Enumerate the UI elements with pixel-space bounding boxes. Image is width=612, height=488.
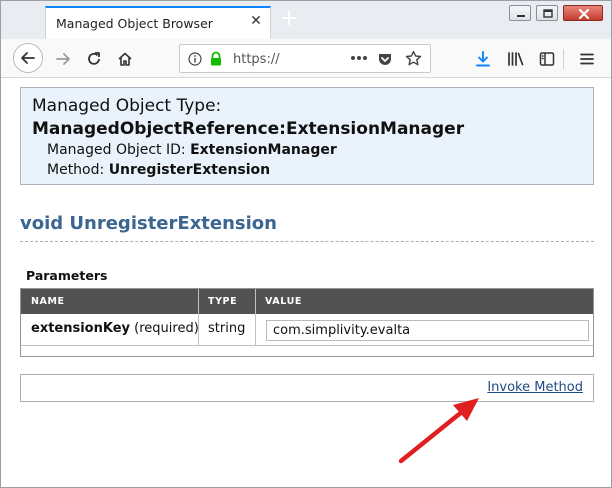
maximize-icon bbox=[543, 9, 553, 18]
sidebar-icon bbox=[539, 52, 555, 66]
close-window-icon bbox=[578, 8, 590, 20]
managed-object-type-label: Managed Object Type: bbox=[32, 96, 222, 116]
back-arrow-icon bbox=[21, 52, 35, 64]
menu-button[interactable] bbox=[573, 45, 601, 73]
library-icon bbox=[508, 52, 524, 66]
maximize-button[interactable] bbox=[536, 5, 558, 21]
invoke-method-link[interactable]: Invoke Method bbox=[487, 380, 583, 395]
home-icon bbox=[118, 52, 132, 66]
menu-icon bbox=[580, 53, 594, 65]
dashed-divider bbox=[20, 241, 594, 242]
lock-icon[interactable] bbox=[209, 51, 223, 67]
page-content: Managed Object Type: ManagedObjectRefere… bbox=[1, 79, 611, 487]
browser-window: Managed Object Browser ✕ + https:// Mana… bbox=[0, 0, 612, 488]
red-arrow-annotation-icon bbox=[398, 398, 479, 464]
param-name-cell: extensionKey (required) bbox=[31, 321, 199, 336]
address-bar[interactable]: https:// bbox=[179, 44, 431, 73]
tab-managed-object-browser[interactable]: Managed Object Browser ✕ bbox=[45, 6, 271, 39]
back-button[interactable] bbox=[13, 43, 43, 73]
plus-icon: + bbox=[279, 6, 299, 31]
more-icon[interactable] bbox=[350, 55, 368, 61]
parameters-table: NAME TYPE VALUE extensionKey (required) … bbox=[20, 288, 594, 357]
reload-icon bbox=[88, 52, 100, 65]
param-type: string bbox=[208, 321, 246, 336]
toolbar-divider bbox=[563, 49, 564, 69]
navigation-toolbar: https:// bbox=[1, 39, 611, 78]
method-label: Method: bbox=[47, 162, 105, 178]
table-row: extensionKey (required) string com.simpl… bbox=[21, 314, 593, 345]
column-header-value: VALUE bbox=[265, 296, 302, 307]
library-button[interactable] bbox=[502, 45, 530, 73]
tab-title: Managed Object Browser bbox=[56, 16, 213, 31]
reload-button[interactable] bbox=[80, 45, 108, 73]
method-value: UnregisterExtension bbox=[108, 162, 271, 178]
managed-object-id-label: Managed Object ID: bbox=[47, 142, 186, 158]
bookmark-star-icon[interactable] bbox=[405, 50, 422, 67]
pocket-icon[interactable] bbox=[377, 51, 393, 67]
url-text[interactable]: https:// bbox=[233, 52, 280, 67]
column-header-type: TYPE bbox=[208, 296, 238, 307]
forward-button[interactable] bbox=[49, 45, 77, 73]
managed-object-type-value: ManagedObjectReference:ExtensionManager bbox=[32, 119, 465, 139]
minimize-button[interactable] bbox=[509, 5, 531, 21]
managed-object-id-line: Managed Object ID: ExtensionManager bbox=[47, 142, 337, 158]
new-tab-button[interactable]: + bbox=[279, 6, 299, 31]
method-line: Method: UnregisterExtension bbox=[47, 162, 270, 178]
downloads-button[interactable] bbox=[469, 45, 497, 73]
invoke-method-box: Invoke Method bbox=[20, 374, 594, 402]
managed-object-id-value: ExtensionManager bbox=[190, 142, 337, 158]
home-button[interactable] bbox=[111, 45, 139, 73]
tab-strip: Managed Object Browser ✕ + bbox=[1, 1, 611, 39]
download-icon bbox=[476, 51, 490, 67]
param-name: extensionKey bbox=[31, 321, 131, 336]
info-icon[interactable] bbox=[188, 52, 202, 66]
minimize-icon bbox=[517, 15, 525, 17]
close-tab-icon[interactable]: ✕ bbox=[248, 13, 264, 29]
column-header-name: NAME bbox=[31, 296, 65, 307]
param-required-qualifier: (required) bbox=[134, 321, 199, 336]
parameters-table-header: NAME TYPE VALUE bbox=[21, 289, 593, 314]
parameters-heading: Parameters bbox=[26, 268, 108, 283]
close-window-button[interactable] bbox=[563, 5, 603, 21]
extension-key-input[interactable]: com.simplivity.evalta bbox=[266, 320, 589, 341]
managed-object-info-box: Managed Object Type: ManagedObjectRefere… bbox=[20, 87, 594, 185]
table-row-divider bbox=[21, 345, 593, 346]
method-signature-heading: void UnregisterExtension bbox=[20, 213, 277, 234]
sidebar-button[interactable] bbox=[533, 45, 561, 73]
forward-arrow-icon bbox=[56, 53, 70, 65]
